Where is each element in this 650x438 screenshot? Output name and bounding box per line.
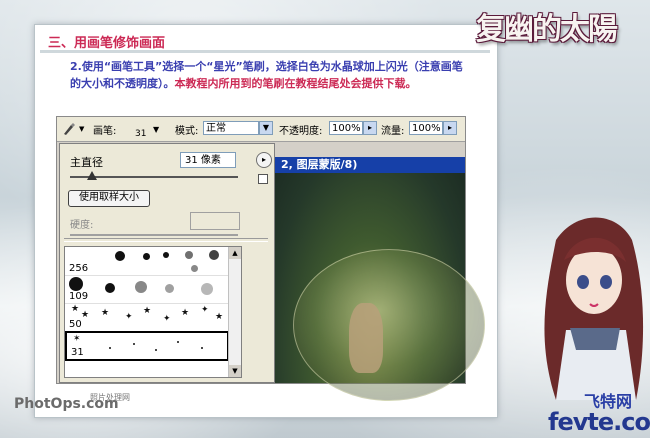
preset-size-label: 109 bbox=[69, 291, 89, 302]
anime-girl-illustration bbox=[544, 217, 644, 400]
preset-row-31-selected[interactable]: 31 ✶ bbox=[65, 331, 229, 361]
brush-dot bbox=[185, 251, 193, 259]
opacity-input[interactable]: 100% bbox=[329, 121, 363, 135]
picker-divider bbox=[64, 238, 268, 242]
brush-dot bbox=[135, 281, 147, 293]
brush-dot bbox=[109, 347, 111, 349]
crystal-ball-image bbox=[293, 249, 485, 401]
star-brush-mark: ★ bbox=[215, 312, 224, 322]
star-brush-mark: ★ bbox=[81, 310, 90, 320]
star-brush-mark: ✦ bbox=[125, 312, 133, 322]
scroll-down-arrow-icon[interactable]: ▼ bbox=[229, 365, 241, 377]
brush-dot bbox=[209, 250, 219, 260]
brush-dot bbox=[69, 277, 83, 291]
brush-dot bbox=[143, 253, 150, 260]
preset-row-256[interactable]: 256 bbox=[65, 247, 229, 276]
star-brush-mark: ★ bbox=[143, 306, 152, 316]
options-bar: ▼ 画笔: 31 ▼ 模式: 正常 ▼ 不透明度: 100% ▸ 流量: 100… bbox=[57, 117, 465, 142]
document-title-bar[interactable]: 2, 图层蒙版/8) bbox=[275, 157, 465, 173]
title-divider bbox=[40, 50, 490, 53]
site-logo-title: 复幽的太陽 bbox=[476, 12, 618, 47]
scroll-up-arrow-icon[interactable]: ▲ bbox=[229, 247, 241, 259]
preset-row-50[interactable]: 50 ★ ★ ★ ✦ ★ ✦ ★ ✦ ★ bbox=[65, 303, 229, 332]
brush-tool-icon[interactable] bbox=[61, 121, 77, 137]
hardness-input bbox=[190, 212, 240, 230]
photoshop-window: ▼ 画笔: 31 ▼ 模式: 正常 ▼ 不透明度: 100% ▸ 流量: 100… bbox=[56, 116, 485, 401]
star-brush-mark: ★ bbox=[101, 308, 110, 318]
brush-preset-picker: 主直径 31 像素 ▸ 使用取样大小 硬度: 256 109 50 ★ ★ ★ … bbox=[59, 143, 275, 383]
mode-select[interactable]: 正常 bbox=[203, 121, 259, 135]
brush-dot bbox=[133, 343, 135, 345]
star-brush-mark: ★ bbox=[181, 308, 190, 318]
brush-label: 画笔: bbox=[93, 126, 117, 137]
flow-label: 流量: bbox=[381, 126, 405, 137]
brush-size-value[interactable]: 31 bbox=[135, 129, 146, 139]
diameter-slider-thumb[interactable] bbox=[86, 171, 97, 180]
hardness-slider-track bbox=[70, 234, 238, 236]
fevte-watermark: fevte.com bbox=[548, 408, 650, 436]
tutorial-description: 2.使用“画笔工具”选择一个“星光”笔刷，选择白色为水晶球加上闪光（注意画笔的大… bbox=[70, 58, 470, 92]
opacity-label: 不透明度: bbox=[279, 126, 323, 137]
section-title: 三、用画笔修饰画面 bbox=[48, 36, 166, 51]
brush-dot bbox=[105, 283, 115, 293]
flow-input[interactable]: 100% bbox=[409, 121, 443, 135]
brush-dot bbox=[191, 265, 198, 272]
star-brush-mark: ✦ bbox=[201, 305, 209, 315]
brush-picker-arrow[interactable]: ▼ bbox=[153, 125, 159, 134]
flow-arrow-icon[interactable]: ▸ bbox=[443, 121, 457, 135]
star-brush-mark: ✦ bbox=[163, 314, 171, 324]
opacity-arrow-icon[interactable]: ▸ bbox=[363, 121, 377, 135]
preset-size-label: 50 bbox=[69, 319, 82, 330]
mode-label: 模式: bbox=[175, 126, 199, 137]
preset-size-label: 256 bbox=[69, 263, 89, 274]
preset-scrollbar[interactable]: ▲ ▼ bbox=[228, 247, 241, 377]
star-brush-mark: ★ bbox=[71, 304, 80, 314]
preset-row-109[interactable]: 109 bbox=[65, 275, 229, 304]
picker-small-icon[interactable] bbox=[258, 174, 268, 184]
brush-preset-list[interactable]: 256 109 50 ★ ★ ★ ✦ ★ ✦ ★ ✦ ★ 31 ✶ ▲ ▼ bbox=[64, 246, 242, 378]
fairy-figure-image bbox=[349, 303, 383, 373]
brush-dot bbox=[201, 283, 213, 295]
star-brush-mark: ✶ bbox=[73, 334, 81, 344]
diameter-input[interactable]: 31 像素 bbox=[180, 152, 236, 168]
brush-dot bbox=[163, 252, 169, 258]
picker-menu-arrow-icon[interactable]: ▸ bbox=[256, 152, 272, 168]
preset-size-label: 31 bbox=[71, 347, 84, 358]
description-highlight: 本教程内所用到的笔刷在教程结尾处会提供下载。 bbox=[174, 77, 417, 90]
diameter-label: 主直径 bbox=[70, 156, 103, 169]
brush-dot bbox=[115, 251, 125, 261]
hardness-label: 硬度: bbox=[70, 220, 94, 231]
brush-dot bbox=[177, 341, 179, 343]
brush-dot bbox=[201, 347, 203, 349]
mode-dropdown-icon[interactable]: ▼ bbox=[259, 121, 273, 135]
brush-dot bbox=[165, 284, 174, 293]
use-sample-size-button[interactable]: 使用取样大小 bbox=[68, 190, 150, 207]
tool-dropdown-arrow[interactable]: ▼ bbox=[79, 125, 84, 133]
photops-watermark-subtitle: 照片处理网 bbox=[90, 393, 130, 402]
brush-dot bbox=[155, 349, 157, 351]
